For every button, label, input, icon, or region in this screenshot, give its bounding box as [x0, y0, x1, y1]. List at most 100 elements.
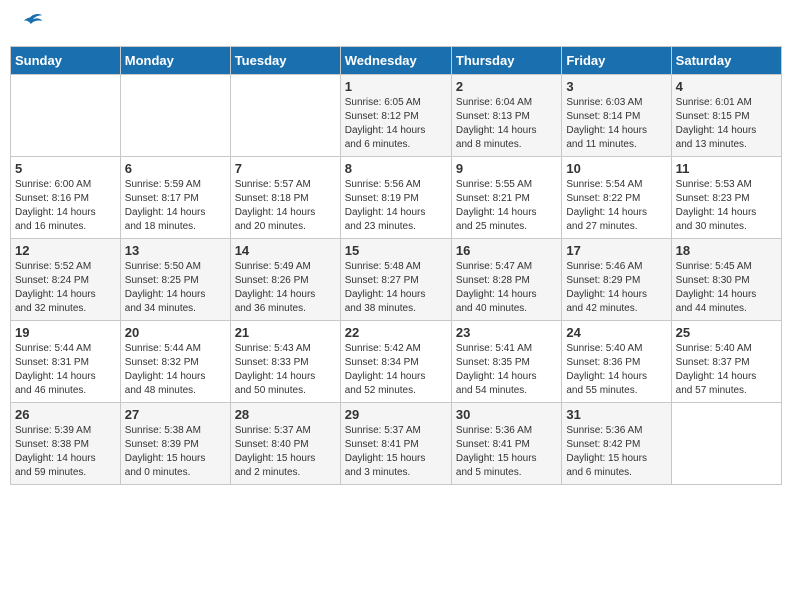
page-header — [10, 10, 782, 38]
calendar-cell: 1Sunrise: 6:05 AM Sunset: 8:12 PM Daylig… — [340, 75, 451, 157]
day-number: 19 — [15, 325, 116, 340]
day-info: Sunrise: 5:56 AM Sunset: 8:19 PM Dayligh… — [345, 178, 447, 234]
day-info: Sunrise: 5:50 AM Sunset: 8:25 PM Dayligh… — [125, 260, 226, 316]
day-number: 25 — [676, 325, 777, 340]
calendar-cell: 10 Sunrise: 5:54 AM Sunset: 8:22 PM Dayli… — [562, 157, 671, 239]
day-info: Sunrise: 5:55 AM Sunset: 8:21 PM Dayligh… — [456, 178, 557, 234]
day-info: Sunrise: 5:37 AM Sunset: 8:41 PM Dayligh… — [345, 424, 447, 480]
calendar-cell: 15 Sunrise: 5:48 AM Sunset: 8:27 PM Dayli… — [340, 239, 451, 321]
day-info: Sunrise: 5:45 AM Sunset: 8:30 PM Dayligh… — [676, 260, 777, 316]
calendar-cell: 9 Sunrise: 5:55 AM Sunset: 8:21 PM Daylig… — [451, 157, 561, 239]
week-row: 5 Sunrise: 6:00 AM Sunset: 8:16 PM Daylig… — [11, 157, 782, 239]
calendar-cell: 27 Sunrise: 5:38 AM Sunset: 8:39 PM Dayli… — [120, 403, 230, 485]
calendar-cell: 23 Sunrise: 5:41 AM Sunset: 8:35 PM Dayli… — [451, 321, 561, 403]
day-info: Sunrise: 5:36 AM Sunset: 8:42 PM Dayligh… — [566, 424, 666, 480]
col-header-saturday: Saturday — [671, 47, 781, 75]
day-number: 18 — [676, 243, 777, 258]
calendar-cell: 29 Sunrise: 5:37 AM Sunset: 8:41 PM Dayli… — [340, 403, 451, 485]
calendar-cell — [230, 75, 340, 157]
day-info: Sunrise: 5:38 AM Sunset: 8:39 PM Dayligh… — [125, 424, 226, 480]
day-number: 17 — [566, 243, 666, 258]
calendar-cell: 7 Sunrise: 5:57 AM Sunset: 8:18 PM Daylig… — [230, 157, 340, 239]
day-info: Sunrise: 5:37 AM Sunset: 8:40 PM Dayligh… — [235, 424, 336, 480]
day-info: Sunrise: 5:40 AM Sunset: 8:36 PM Dayligh… — [566, 342, 666, 398]
day-info: Sunrise: 5:44 AM Sunset: 8:31 PM Dayligh… — [15, 342, 116, 398]
day-info: Sunrise: 5:42 AM Sunset: 8:34 PM Dayligh… — [345, 342, 447, 398]
calendar-cell: 4Sunrise: 6:01 AM Sunset: 8:15 PM Daylig… — [671, 75, 781, 157]
day-number: 10 — [566, 161, 666, 176]
calendar-cell: 21 Sunrise: 5:43 AM Sunset: 8:33 PM Dayli… — [230, 321, 340, 403]
calendar-cell: 6 Sunrise: 5:59 AM Sunset: 8:17 PM Daylig… — [120, 157, 230, 239]
day-info: Sunrise: 6:04 AM Sunset: 8:13 PM Dayligh… — [456, 96, 557, 152]
day-number: 15 — [345, 243, 447, 258]
day-number: 4 — [676, 79, 777, 94]
calendar-cell: 8 Sunrise: 5:56 AM Sunset: 8:19 PM Daylig… — [340, 157, 451, 239]
col-header-tuesday: Tuesday — [230, 47, 340, 75]
day-info: Sunrise: 5:43 AM Sunset: 8:33 PM Dayligh… — [235, 342, 336, 398]
day-info: Sunrise: 5:41 AM Sunset: 8:35 PM Dayligh… — [456, 342, 557, 398]
day-number: 6 — [125, 161, 226, 176]
day-number: 7 — [235, 161, 336, 176]
calendar-cell — [671, 403, 781, 485]
calendar-cell: 13 Sunrise: 5:50 AM Sunset: 8:25 PM Dayli… — [120, 239, 230, 321]
day-number: 23 — [456, 325, 557, 340]
day-info: Sunrise: 5:59 AM Sunset: 8:17 PM Dayligh… — [125, 178, 226, 234]
day-number: 3 — [566, 79, 666, 94]
calendar-cell: 19 Sunrise: 5:44 AM Sunset: 8:31 PM Dayli… — [11, 321, 121, 403]
calendar-cell: 28 Sunrise: 5:37 AM Sunset: 8:40 PM Dayli… — [230, 403, 340, 485]
week-row: 19 Sunrise: 5:44 AM Sunset: 8:31 PM Dayli… — [11, 321, 782, 403]
calendar-cell: 12Sunrise: 5:52 AM Sunset: 8:24 PM Dayli… — [11, 239, 121, 321]
calendar-cell: 16Sunrise: 5:47 AM Sunset: 8:28 PM Dayli… — [451, 239, 561, 321]
week-row: 12Sunrise: 5:52 AM Sunset: 8:24 PM Dayli… — [11, 239, 782, 321]
calendar-cell: 24 Sunrise: 5:40 AM Sunset: 8:36 PM Dayli… — [562, 321, 671, 403]
day-info: Sunrise: 5:46 AM Sunset: 8:29 PM Dayligh… — [566, 260, 666, 316]
calendar-cell: 20 Sunrise: 5:44 AM Sunset: 8:32 PM Dayli… — [120, 321, 230, 403]
day-number: 30 — [456, 407, 557, 422]
day-info: Sunrise: 5:48 AM Sunset: 8:27 PM Dayligh… — [345, 260, 447, 316]
week-row: 26 Sunrise: 5:39 AM Sunset: 8:38 PM Dayli… — [11, 403, 782, 485]
day-info: Sunrise: 5:39 AM Sunset: 8:38 PM Dayligh… — [15, 424, 116, 480]
day-info: Sunrise: 5:44 AM Sunset: 8:32 PM Dayligh… — [125, 342, 226, 398]
calendar-cell: 3Sunrise: 6:03 AM Sunset: 8:14 PM Daylig… — [562, 75, 671, 157]
calendar-cell: 26 Sunrise: 5:39 AM Sunset: 8:38 PM Dayli… — [11, 403, 121, 485]
calendar-cell — [11, 75, 121, 157]
calendar-cell: 2 Sunrise: 6:04 AM Sunset: 8:13 PM Daylig… — [451, 75, 561, 157]
day-number: 12 — [15, 243, 116, 258]
day-info: Sunrise: 5:57 AM Sunset: 8:18 PM Dayligh… — [235, 178, 336, 234]
day-number: 26 — [15, 407, 116, 422]
day-number: 27 — [125, 407, 226, 422]
logo — [14, 10, 44, 38]
calendar-cell: 22Sunrise: 5:42 AM Sunset: 8:34 PM Dayli… — [340, 321, 451, 403]
col-header-wednesday: Wednesday — [340, 47, 451, 75]
day-number: 20 — [125, 325, 226, 340]
col-header-monday: Monday — [120, 47, 230, 75]
day-number: 31 — [566, 407, 666, 422]
day-number: 1 — [345, 79, 447, 94]
calendar-cell: 31 Sunrise: 5:36 AM Sunset: 8:42 PM Dayli… — [562, 403, 671, 485]
day-number: 14 — [235, 243, 336, 258]
calendar-cell: 25 Sunrise: 5:40 AM Sunset: 8:37 PM Dayli… — [671, 321, 781, 403]
logo-text — [14, 10, 44, 38]
day-number: 5 — [15, 161, 116, 176]
day-number: 8 — [345, 161, 447, 176]
day-info: Sunrise: 5:36 AM Sunset: 8:41 PM Dayligh… — [456, 424, 557, 480]
col-header-friday: Friday — [562, 47, 671, 75]
calendar-table: SundayMondayTuesdayWednesdayThursdayFrid… — [10, 46, 782, 485]
day-number: 29 — [345, 407, 447, 422]
day-number: 16 — [456, 243, 557, 258]
day-info: Sunrise: 5:49 AM Sunset: 8:26 PM Dayligh… — [235, 260, 336, 316]
day-info: Sunrise: 5:54 AM Sunset: 8:22 PM Dayligh… — [566, 178, 666, 234]
day-number: 24 — [566, 325, 666, 340]
calendar-cell — [120, 75, 230, 157]
week-row: 1Sunrise: 6:05 AM Sunset: 8:12 PM Daylig… — [11, 75, 782, 157]
calendar-cell: 14 Sunrise: 5:49 AM Sunset: 8:26 PM Dayli… — [230, 239, 340, 321]
day-number: 28 — [235, 407, 336, 422]
day-number: 21 — [235, 325, 336, 340]
calendar-cell: 18 Sunrise: 5:45 AM Sunset: 8:30 PM Dayli… — [671, 239, 781, 321]
col-header-thursday: Thursday — [451, 47, 561, 75]
day-info: Sunrise: 5:40 AM Sunset: 8:37 PM Dayligh… — [676, 342, 777, 398]
day-number: 13 — [125, 243, 226, 258]
day-number: 2 — [456, 79, 557, 94]
day-info: Sunrise: 6:00 AM Sunset: 8:16 PM Dayligh… — [15, 178, 116, 234]
day-number: 9 — [456, 161, 557, 176]
